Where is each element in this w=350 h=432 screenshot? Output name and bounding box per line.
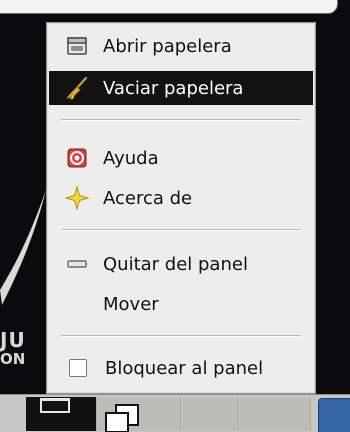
menu-separator [61, 119, 301, 121]
menu-item-label: Vaciar papelera [103, 77, 244, 99]
wallpaper-text: JU ON [0, 330, 26, 367]
menu-item-bloquear-al-panel[interactable]: Bloquear al panel [49, 351, 313, 385]
menu-item-label: Quitar del panel [103, 253, 248, 275]
wallpaper-text-line2: ON [0, 350, 26, 368]
about-star-icon [65, 186, 89, 210]
menu-item-ayuda[interactable]: Ayuda [49, 141, 313, 175]
tooltip-bubble [0, 0, 338, 14]
menu-separator [61, 229, 301, 231]
menu-item-vaciar-papelera[interactable]: Vaciar papelera [49, 71, 313, 105]
help-lifebuoy-icon [65, 146, 89, 170]
trash-context-menu: Abrir papelera Vaciar papelera Ayuda Ace… [46, 22, 316, 394]
menu-item-label: Acerca de [103, 187, 193, 209]
menu-item-acerca-de[interactable]: Acerca de [49, 181, 313, 215]
panel-button-empty[interactable] [240, 397, 311, 431]
move-icon-placeholder [65, 292, 89, 316]
menu-item-abrir-papelera[interactable]: Abrir papelera [49, 29, 313, 63]
remove-minus-icon [65, 252, 89, 276]
panel-button-empty[interactable] [182, 397, 239, 431]
broom-icon [65, 76, 89, 100]
wallpaper-text-line1: JU [0, 328, 26, 352]
menu-item-quitar-del-panel[interactable]: Quitar del panel [49, 247, 313, 281]
menu-item-mover[interactable]: Mover [49, 287, 313, 321]
menu-item-label: Bloquear al panel [105, 357, 264, 379]
menu-item-label: Mover [103, 293, 159, 315]
menu-separator [61, 335, 301, 337]
window-list-icon [105, 404, 139, 432]
desktop: JU ON Abrir papelera Vaciar papelera Ayu… [0, 0, 350, 432]
menu-item-label: Abrir papelera [103, 35, 232, 57]
menu-item-label: Ayuda [103, 147, 159, 169]
window-icon [40, 398, 70, 413]
trash-applet-icon[interactable] [318, 398, 350, 432]
trash-open-icon [65, 34, 89, 58]
wallpaper-swoosh [0, 190, 46, 305]
lock-checkbox[interactable] [69, 359, 87, 377]
